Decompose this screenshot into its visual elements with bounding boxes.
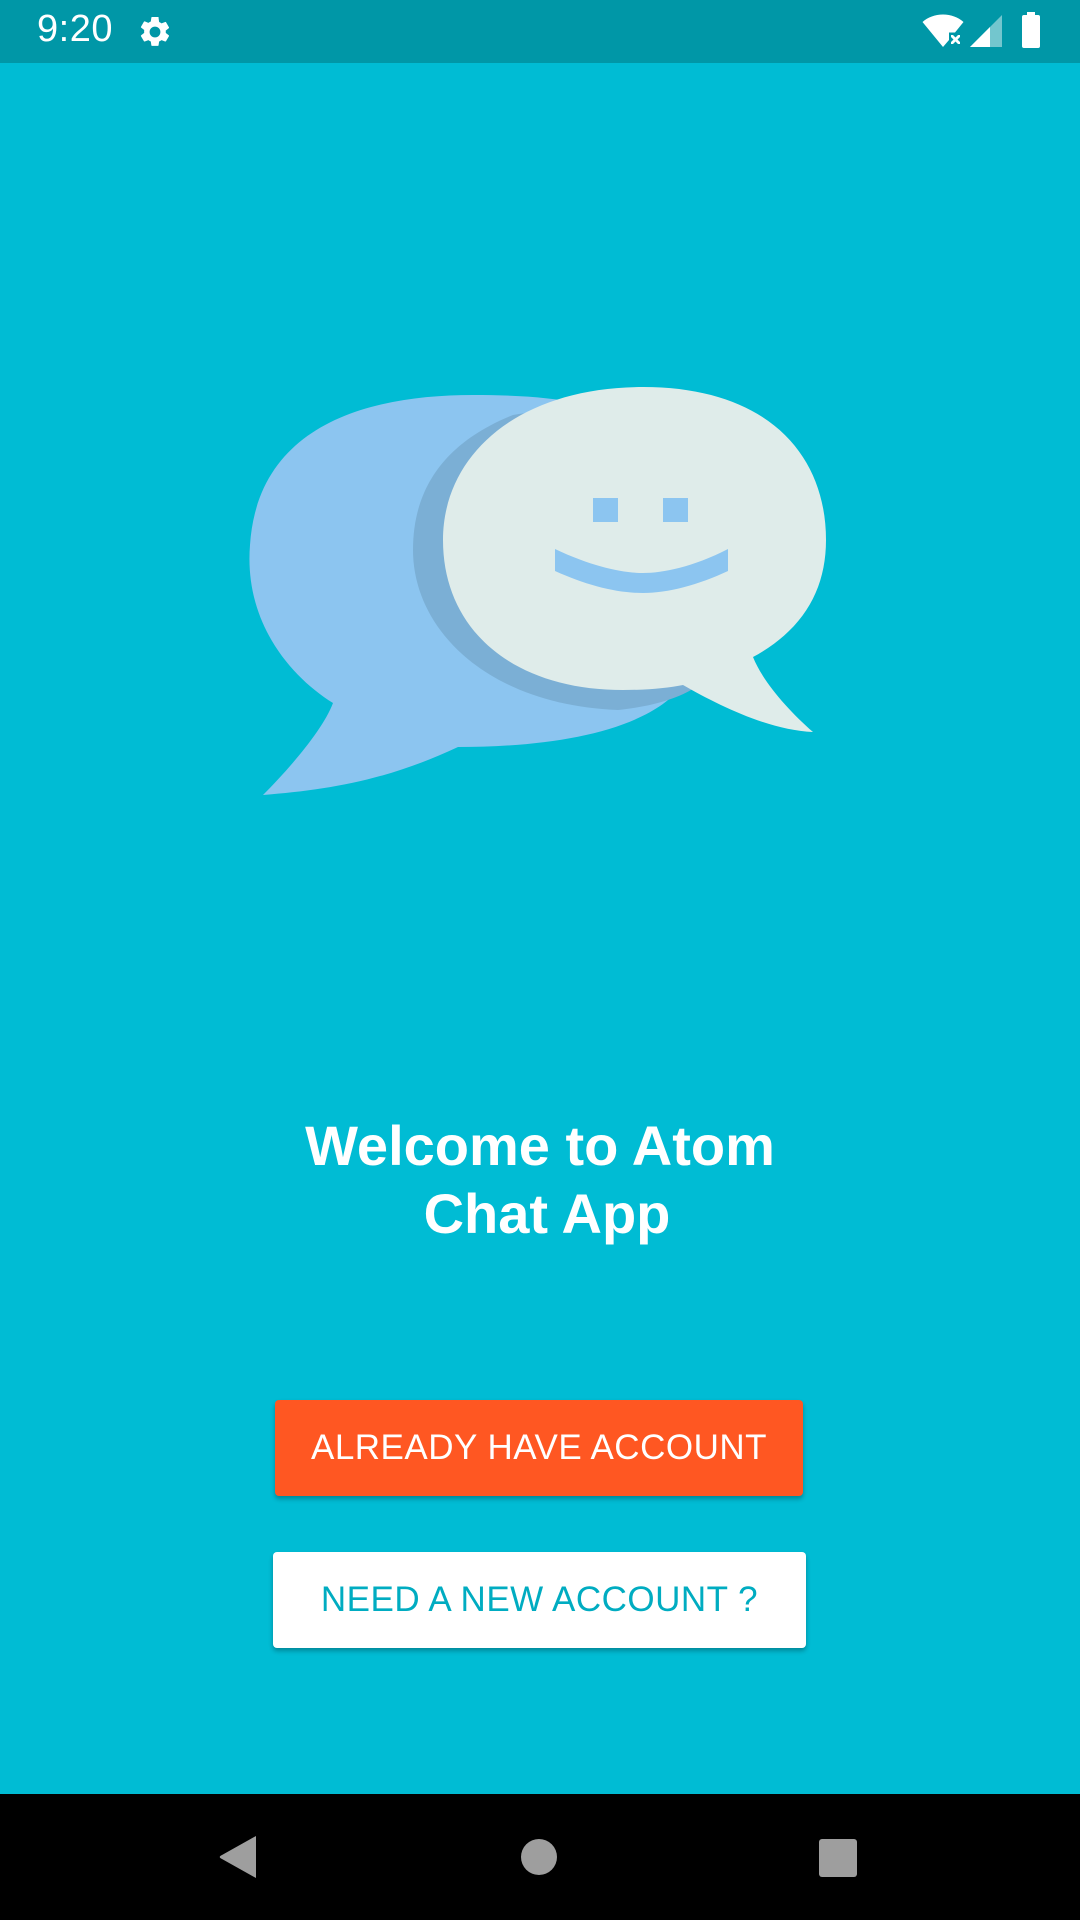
already-have-account-button[interactable]: ALREADY HAVE ACCOUNT	[275, 1400, 803, 1496]
chat-bubbles-smiley-icon	[249, 387, 826, 795]
gear-icon	[140, 16, 170, 46]
status-bar: 9:20	[0, 0, 1080, 63]
welcome-title: Welcome to Atom Chat App	[0, 1112, 1080, 1248]
need-new-account-button[interactable]: NEED A NEW ACCOUNT ?	[273, 1552, 806, 1648]
signal-icon	[970, 15, 1002, 47]
home-icon[interactable]	[520, 1838, 558, 1876]
back-icon[interactable]	[218, 1834, 258, 1880]
status-time: 9:20	[37, 8, 113, 50]
wifi-icon	[922, 14, 964, 47]
battery-icon	[1022, 12, 1040, 48]
welcome-title-line2: Chat App	[423, 1182, 671, 1245]
welcome-title-line1: Welcome to Atom	[305, 1114, 775, 1177]
navigation-bar	[0, 1794, 1080, 1920]
recent-apps-icon[interactable]	[818, 1838, 858, 1878]
welcome-screen: 9:20 Welcome to Atom Chat App ALREADY HA…	[0, 0, 1080, 1920]
